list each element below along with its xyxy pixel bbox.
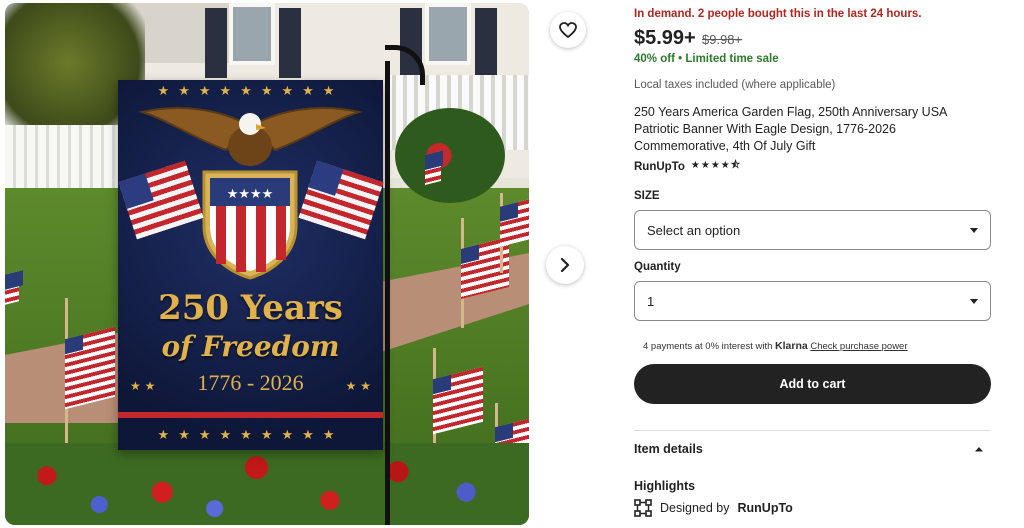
klarna-brand: Klarna <box>775 340 808 352</box>
sale-info: 40% off • Limited time sale <box>634 53 779 65</box>
product-title: 250 Years America Garden Flag, 250th Ann… <box>634 105 947 153</box>
next-image-button[interactable] <box>546 246 584 284</box>
item-details-heading: Item details <box>634 441 703 456</box>
flower-bed <box>5 443 529 525</box>
discount-label: 40% off <box>634 53 675 65</box>
garden-flag: ★★★★★★★★★ ★★★★ 250 Years of Freedom ★ ★ … <box>118 80 384 450</box>
shop-info: RunUpTo ★★★★⯪ <box>634 158 741 175</box>
svg-text:★★★★: ★★★★ <box>227 187 274 202</box>
add-to-cart-button[interactable]: Add to cart <box>634 364 991 404</box>
size-select[interactable]: Select an option <box>634 210 991 250</box>
quantity-select[interactable]: 1 <box>634 281 991 321</box>
klarna-text: 4 payments at 0% interest with <box>643 341 773 352</box>
crossed-flag-left <box>118 160 204 240</box>
design-tool-icon <box>634 499 652 517</box>
flag-title-line2: of Freedom <box>161 330 340 363</box>
flag-stripe <box>118 412 383 418</box>
size-select-value: Select an option <box>647 222 741 238</box>
crossed-flag-right <box>298 160 384 240</box>
demand-notice: In demand. 2 people bought this in the l… <box>634 8 922 20</box>
highlights-heading: Highlights <box>634 479 696 493</box>
quantity-label: Quantity <box>634 261 681 273</box>
taxes-note: Local taxes included (where applicable) <box>634 79 836 91</box>
klarna-purchase-power-link[interactable]: Check purchase power <box>810 341 907 352</box>
caret-down-icon <box>970 298 978 304</box>
designed-by-row: Designed by RunUpTo <box>634 499 793 517</box>
caret-down-icon <box>970 227 978 233</box>
chevron-up-icon <box>975 446 983 451</box>
picket-fence <box>5 125 125 197</box>
klarna-info: 4 payments at 0% interest with Klarna Ch… <box>643 340 908 352</box>
current-price: $5.99+ <box>634 27 696 49</box>
rating-stars[interactable]: ★★★★⯪ <box>691 158 741 175</box>
original-price: $9.98+ <box>702 32 743 47</box>
favorite-button[interactable] <box>550 12 586 48</box>
flag-title-line1: 250 Years <box>158 288 343 328</box>
sale-note: Limited time sale <box>685 53 779 65</box>
heart-icon <box>559 22 577 38</box>
shield-emblem: ★★★★ <box>202 170 298 280</box>
shop-name-link[interactable]: RunUpTo <box>634 161 685 173</box>
designer-name-link[interactable]: RunUpTo <box>738 501 793 515</box>
eagle-emblem <box>138 107 363 166</box>
flag-star-right: ★ ★ <box>345 379 371 393</box>
listing-image[interactable]: ★★★★★★★★★ ★★★★ 250 Years of Freedom ★ ★ … <box>5 3 529 525</box>
size-label: SIZE <box>634 190 660 202</box>
flag-stand-pole <box>385 61 390 525</box>
item-details-toggle[interactable]: Item details <box>634 430 991 466</box>
designed-by-label: Designed by <box>660 501 730 515</box>
flag-star-row-bottom: ★★★★★★★★★ <box>157 428 344 443</box>
chevron-right-icon <box>560 258 570 272</box>
quantity-select-value: 1 <box>647 293 655 309</box>
